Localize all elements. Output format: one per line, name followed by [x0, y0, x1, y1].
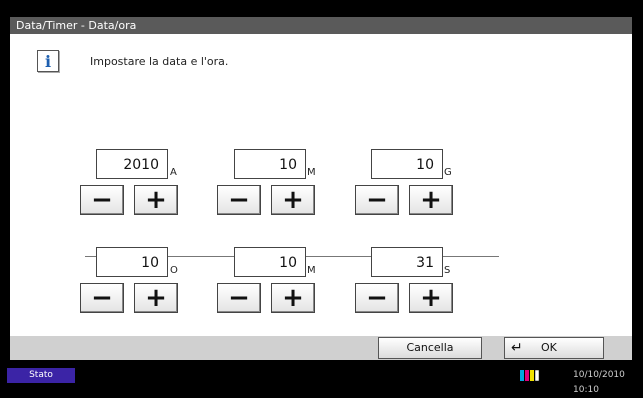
minute-value: 10 — [234, 247, 306, 277]
month-value: 10 — [234, 149, 306, 179]
enter-arrow-icon: ↵ — [511, 340, 523, 356]
content-panel: i Impostare la data e l'ora. 2010 A − + … — [10, 34, 632, 336]
toner-status-icon — [520, 370, 540, 381]
hour-decrement-button[interactable]: − — [80, 283, 124, 313]
info-glyph: i — [44, 51, 52, 71]
minus-icon: − — [91, 185, 113, 215]
plus-icon: + — [145, 283, 167, 313]
cancel-button[interactable]: Cancella — [378, 337, 482, 359]
status-label: Stato — [29, 370, 53, 380]
plus-icon: + — [145, 185, 167, 215]
plus-icon: + — [420, 283, 442, 313]
minus-icon: − — [91, 283, 113, 313]
minute-increment-button[interactable]: + — [271, 283, 315, 313]
ok-label: OK — [541, 341, 557, 354]
minute-decrement-button[interactable]: − — [217, 283, 261, 313]
cancel-label: Cancella — [406, 341, 454, 354]
day-value: 10 — [371, 149, 443, 179]
status-bar: Stato 10/10/2010 10:10 — [0, 368, 643, 395]
day-decrement-button[interactable]: − — [355, 185, 399, 215]
second-decrement-button[interactable]: − — [355, 283, 399, 313]
hour-increment-button[interactable]: + — [134, 283, 178, 313]
day-increment-button[interactable]: + — [409, 185, 453, 215]
ok-button[interactable]: ↵ OK — [504, 337, 604, 359]
year-unit: A — [170, 167, 177, 178]
window-title: Data/Timer - Data/ora — [16, 19, 137, 32]
title-bar: Data/Timer - Data/ora — [10, 17, 632, 34]
instruction-message: Impostare la data e l'ora. — [90, 55, 229, 68]
info-icon: i — [37, 50, 59, 72]
day-unit: G — [444, 167, 452, 178]
minus-icon: − — [228, 185, 250, 215]
plus-icon: + — [420, 185, 442, 215]
minute-unit: M — [307, 265, 316, 276]
month-decrement-button[interactable]: − — [217, 185, 261, 215]
second-value: 31 — [371, 247, 443, 277]
minus-icon: − — [366, 283, 388, 313]
minus-icon: − — [228, 283, 250, 313]
bottom-action-bar: Cancella ↵ OK — [10, 336, 632, 360]
hour-value: 10 — [96, 247, 168, 277]
month-increment-button[interactable]: + — [271, 185, 315, 215]
status-button[interactable]: Stato — [7, 368, 75, 383]
screen: Data/Timer - Data/ora i Impostare la dat… — [0, 0, 643, 395]
status-datetime: 10/10/2010 10:10 — [573, 370, 625, 395]
year-value: 2010 — [96, 149, 168, 179]
second-increment-button[interactable]: + — [409, 283, 453, 313]
minus-icon: − — [366, 185, 388, 215]
month-unit: M — [307, 167, 316, 178]
year-decrement-button[interactable]: − — [80, 185, 124, 215]
year-increment-button[interactable]: + — [134, 185, 178, 215]
plus-icon: + — [282, 185, 304, 215]
plus-icon: + — [282, 283, 304, 313]
hour-unit: O — [170, 265, 178, 276]
second-unit: S — [444, 265, 451, 276]
